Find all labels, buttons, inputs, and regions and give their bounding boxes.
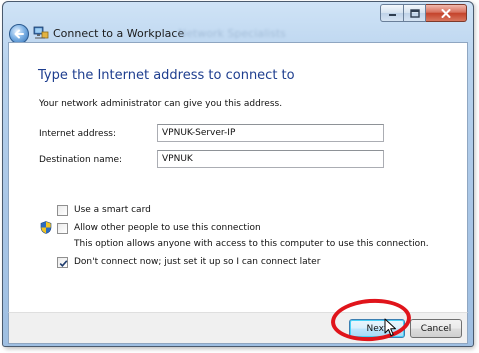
destination-name-field[interactable]: VPNUK (157, 150, 384, 168)
close-button[interactable] (426, 4, 467, 22)
allow-others-option[interactable]: Allow other people to use this connectio… (57, 221, 261, 235)
smart-card-label: Use a smart card (74, 205, 151, 215)
smart-card-checkbox[interactable] (57, 204, 68, 216)
cancel-button[interactable]: Cancel (410, 319, 462, 338)
wizard-window: Connect to a Workplace Network Specialis… (2, 1, 474, 347)
back-button[interactable] (9, 24, 29, 44)
internet-address-field[interactable]: VPNUK-Server-IP (157, 124, 384, 142)
title-bar[interactable]: Connect to a Workplace Network Specialis… (3, 2, 473, 44)
network-connection-icon (33, 26, 49, 39)
minimize-button[interactable] (380, 4, 404, 22)
window-title: Connect to a Workplace (53, 27, 185, 40)
mouse-pointer-icon (384, 318, 396, 336)
caption-buttons (380, 4, 467, 22)
allow-others-description: This option allows anyone with access to… (74, 239, 429, 249)
page-title: Type the Internet address to connect to (38, 68, 295, 83)
destination-name-label: Destination name: (39, 155, 123, 165)
instruction-text: Your network administrator can give you … (39, 99, 283, 109)
dont-connect-option[interactable]: Don't connect now; just set it up so I c… (57, 255, 320, 269)
allow-others-checkbox[interactable] (57, 222, 68, 234)
maximize-icon (409, 8, 420, 18)
minimize-icon (388, 14, 396, 16)
dont-connect-label: Don't connect now; just set it up so I c… (74, 257, 321, 267)
close-icon (441, 8, 451, 18)
checkmark-icon (59, 259, 68, 267)
background-window-title: Network Specialists (178, 27, 286, 40)
wizard-content: Type the Internet address to connect to … (8, 42, 468, 313)
allow-others-label: Allow other people to use this connectio… (74, 223, 261, 233)
uac-shield-icon (40, 221, 52, 234)
internet-address-label: Internet address: (39, 129, 116, 139)
back-arrow-icon (14, 29, 24, 39)
smart-card-option[interactable]: Use a smart card (57, 203, 151, 217)
maximize-button[interactable] (404, 4, 426, 22)
dont-connect-checkbox[interactable] (57, 256, 68, 268)
